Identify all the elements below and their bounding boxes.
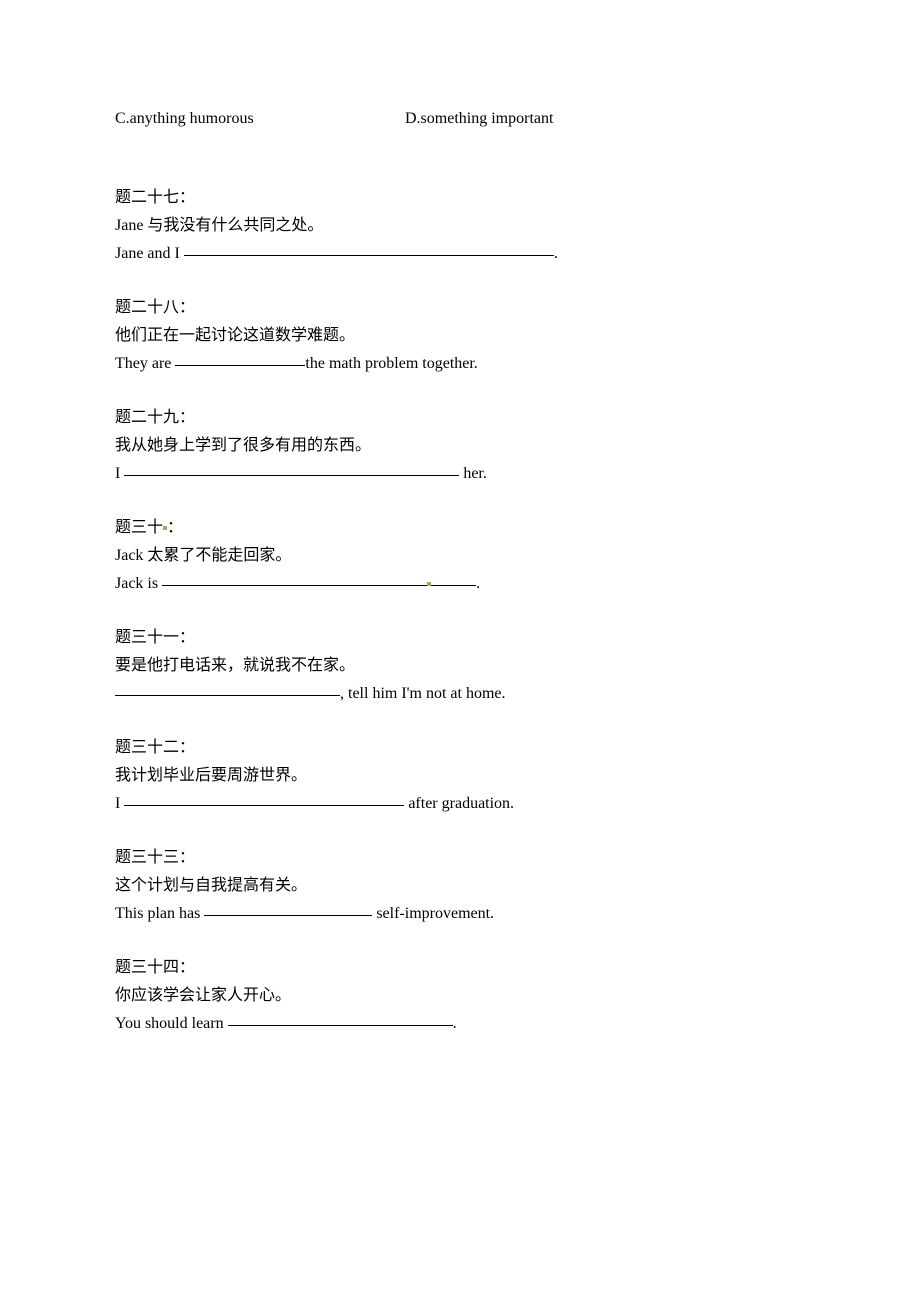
question-title-text: 题三十 <box>115 519 163 536</box>
question-english: They are the math problem together. <box>115 350 805 378</box>
question-title: 题三十三： <box>115 844 805 872</box>
fill-blank[interactable] <box>124 789 404 806</box>
question-34: 题三十四： 你应该学会让家人开心。 You should learn . <box>115 954 805 1038</box>
question-english: , tell him I'm not at home. <box>115 680 805 708</box>
fill-blank[interactable] <box>431 569 476 586</box>
question-title: 题二十九： <box>115 404 805 432</box>
fill-blank[interactable] <box>184 239 554 256</box>
english-post: . <box>554 245 558 262</box>
question-title: 题三十： <box>115 514 805 542</box>
question-chinese: 这个计划与自我提高有关。 <box>115 872 805 900</box>
english-pre: Jane and I <box>115 245 184 262</box>
question-title: 题三十四： <box>115 954 805 982</box>
question-title: 题二十八： <box>115 294 805 322</box>
question-chinese: 要是他打电话来，就说我不在家。 <box>115 652 805 680</box>
english-post: her. <box>459 465 487 482</box>
question-title-suffix: ： <box>167 519 183 536</box>
options-row-c-d: C.anything humorous D.something importan… <box>115 110 805 128</box>
question-chinese: 我从她身上学到了很多有用的东西。 <box>115 432 805 460</box>
fill-blank[interactable] <box>115 679 340 696</box>
english-pre: I <box>115 795 124 812</box>
english-pre: They are <box>115 355 175 372</box>
english-post: , tell him I'm not at home. <box>340 685 506 702</box>
english-pre: This plan has <box>115 905 204 922</box>
question-chinese: 你应该学会让家人开心。 <box>115 982 805 1010</box>
question-28: 题二十八： 他们正在一起讨论这道数学难题。 They are the math … <box>115 294 805 378</box>
page-content: C.anything humorous D.something importan… <box>0 0 920 1302</box>
question-title: 题三十二： <box>115 734 805 762</box>
english-pre: Jack is <box>115 575 162 592</box>
question-30: 题三十： Jack 太累了不能走回家。 Jack is . <box>115 514 805 598</box>
question-chinese: 我计划毕业后要周游世界。 <box>115 762 805 790</box>
english-post: . <box>453 1015 457 1032</box>
question-29: 题二十九： 我从她身上学到了很多有用的东西。 I her. <box>115 404 805 488</box>
english-post: . <box>476 575 480 592</box>
english-pre: You should learn <box>115 1015 228 1032</box>
option-c: C.anything humorous <box>115 110 405 128</box>
fill-blank[interactable] <box>124 459 459 476</box>
question-title: 题三十一： <box>115 624 805 652</box>
question-english: Jane and I . <box>115 240 805 268</box>
english-post: after graduation. <box>404 795 514 812</box>
question-32: 题三十二： 我计划毕业后要周游世界。 I after graduation. <box>115 734 805 818</box>
question-english: I her. <box>115 460 805 488</box>
question-english: You should learn . <box>115 1010 805 1038</box>
fill-blank[interactable] <box>228 1009 453 1026</box>
question-english: This plan has self-improvement. <box>115 900 805 928</box>
fill-blank[interactable] <box>175 349 305 366</box>
fill-blank[interactable] <box>162 569 427 586</box>
question-chinese: Jack 太累了不能走回家。 <box>115 542 805 570</box>
question-title: 题二十七： <box>115 184 805 212</box>
fill-blank[interactable] <box>204 899 372 916</box>
english-pre: I <box>115 465 124 482</box>
question-english: I after graduation. <box>115 790 805 818</box>
english-post: the math problem together. <box>305 355 477 372</box>
dot-icon <box>163 526 167 530</box>
question-31: 题三十一： 要是他打电话来，就说我不在家。 , tell him I'm not… <box>115 624 805 708</box>
question-chinese: 他们正在一起讨论这道数学难题。 <box>115 322 805 350</box>
question-chinese: Jane 与我没有什么共同之处。 <box>115 212 805 240</box>
english-post: self-improvement. <box>372 905 494 922</box>
question-33: 题三十三： 这个计划与自我提高有关。 This plan has self-im… <box>115 844 805 928</box>
question-english: Jack is . <box>115 570 805 598</box>
option-d: D.something important <box>405 110 553 128</box>
question-27: 题二十七： Jane 与我没有什么共同之处。 Jane and I . <box>115 184 805 268</box>
